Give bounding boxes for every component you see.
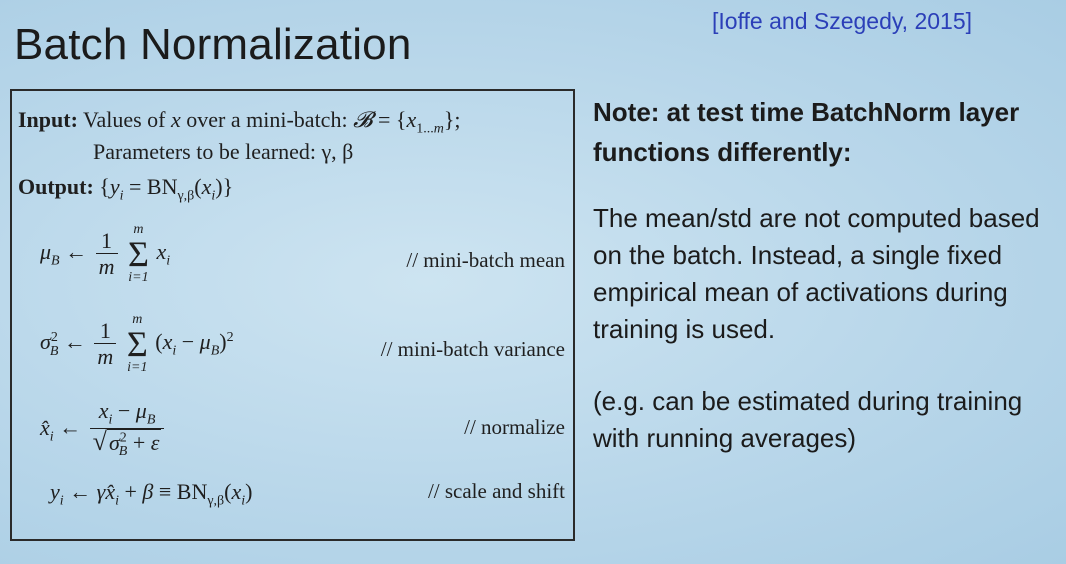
output-line: Output: {yi = BNγ,β(xi)} — [18, 174, 233, 204]
step-mean-comment: // mini-batch mean — [406, 248, 565, 272]
step-scale-comment: // scale and shift — [427, 479, 565, 503]
input-suffix: over a mini-batch: — [186, 107, 348, 132]
step-variance-formula: σ2B ← 1m m Σi=1 (xi − μB)2 — [40, 312, 234, 376]
batch-set: 𝓑 = {x1...m}; — [353, 107, 461, 137]
input-label: Input: — [18, 107, 78, 132]
step-mean-formula: μB ← 1m m Σi=1 xi — [40, 222, 171, 286]
input-line: Input: Values of x over a mini-batch: 𝓑 … — [18, 107, 461, 137]
params-line: Parameters to be learned: γ, β — [93, 139, 354, 164]
step-scale-formula: yi ← γx̂i + β ≡ BNγ,β(xi) — [50, 479, 253, 509]
note-body: The mean/std are not computed based on t… — [593, 203, 1040, 344]
step-normalize-formula: x̂i ← xi − μB √ σ2B + ε — [40, 398, 167, 460]
slide-title: Batch Normalization — [14, 20, 412, 69]
input-var: x — [171, 107, 181, 132]
output-expr: {yi = BNγ,β(xi)} — [99, 174, 234, 204]
citation: [Ioffe and Szegedy, 2015] — [712, 8, 973, 34]
input-text: Values of — [83, 107, 166, 132]
algorithm-box: Input: Values of x over a mini-batch: 𝓑 … — [10, 89, 575, 541]
note-heading: Note: at test time BatchNorm layer funct… — [593, 97, 1020, 167]
step-variance-comment: // mini-batch variance — [380, 337, 565, 361]
output-label: Output: — [18, 174, 94, 199]
step-normalize-comment: // normalize — [464, 415, 565, 439]
note-example: (e.g. can be estimated during training w… — [593, 386, 1023, 453]
